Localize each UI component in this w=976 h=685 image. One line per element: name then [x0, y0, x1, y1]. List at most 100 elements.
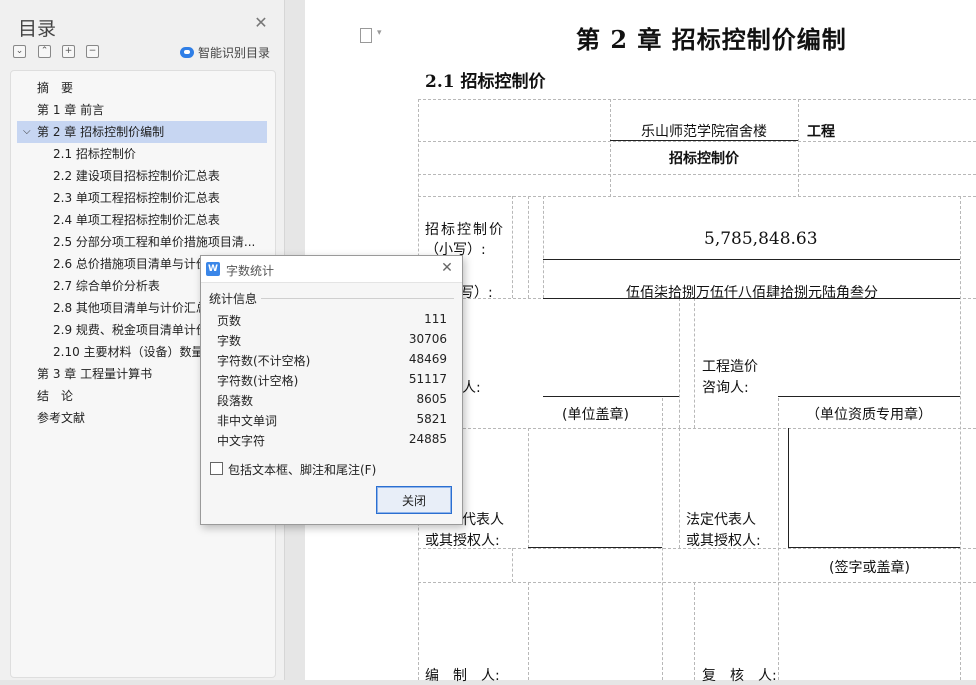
word-count-dialog: W 字数统计 ✕ 统计信息 页数 111 字数 30706 字符数(不计空格) 48469… — [200, 255, 463, 525]
toc-item[interactable]: 2.5 分部分项工程和单价措施项目清... — [53, 231, 255, 253]
grid-line — [543, 196, 544, 298]
toc-item-label: 2.8 其他项目清单与计价汇总 — [53, 301, 208, 315]
toc-item[interactable]: 2.1 招标控制价 — [53, 143, 136, 165]
grid-line — [512, 548, 513, 582]
toc-item-label: 2.9 规费、税金项目清单计价 — [53, 323, 208, 337]
grid-line — [512, 196, 513, 298]
grid-line — [778, 398, 779, 680]
grid-line — [610, 99, 611, 197]
toc-item[interactable]: 2.9 规费、税金项目清单计价 — [53, 319, 208, 341]
wps-logo-icon: W — [206, 262, 220, 276]
toc-item-label: 摘 要 — [37, 81, 74, 95]
price-upper-value: 伍佰柒拾捌万伍仟八佰肆拾捌元陆角叁分 — [626, 285, 878, 301]
underline — [778, 396, 960, 397]
stat-row: 字符数(计空格) 51117 — [217, 372, 447, 392]
stat-value: 30706 — [408, 332, 447, 346]
chevron-down-icon[interactable]: ▾ — [377, 28, 382, 38]
dialog-title: 字数统计 — [226, 264, 275, 278]
include-textbox-label[interactable]: 包括文本框、脚注和尾注(F) — [228, 461, 376, 478]
toc-title: 目录 — [18, 18, 57, 40]
stats-section-label: 统计信息 — [209, 290, 262, 307]
section-title: 2.1 招标控制价 — [425, 72, 546, 92]
qualification-seal: （单位资质专用章） — [806, 407, 932, 423]
toc-item[interactable]: 第 1 章 前言 — [37, 99, 104, 121]
underline — [788, 547, 960, 548]
grid-line — [528, 582, 529, 680]
grid-line — [679, 298, 680, 428]
consultant-label-line1: 工程造价 — [702, 359, 758, 375]
stat-value: 5821 — [416, 412, 447, 426]
toc-item-label: 参考文献 — [37, 411, 86, 425]
chevron-down-icon[interactable]: ⌵ — [23, 121, 31, 143]
toc-item-label: 2.1 招标控制价 — [53, 147, 136, 161]
unit-seal: (单位盖章) — [562, 407, 629, 423]
divider — [261, 298, 454, 299]
toc-item-label: 第 1 章 前言 — [37, 103, 105, 117]
collapse-all-icon[interactable]: ⌄ — [13, 45, 26, 58]
stat-value: 24885 — [408, 432, 447, 446]
stat-label: 页数 — [217, 314, 242, 328]
toc-item-label: 2.7 综合单价分析表 — [53, 279, 160, 293]
preparer-label: 编 制 人: — [425, 668, 500, 684]
page-icon[interactable] — [360, 28, 372, 43]
dialog-titlebar[interactable]: W 字数统计 ✕ — [201, 256, 462, 283]
stat-row: 页数 111 — [217, 312, 447, 332]
toc-item[interactable]: 2.4 单项工程招标控制价汇总表 — [53, 209, 220, 231]
project-name: 乐山师范学院宿舍楼 — [641, 124, 767, 140]
ai-toc-button[interactable]: 智能识别目录 — [180, 44, 270, 61]
toc-item[interactable]: 结 论 — [37, 385, 73, 407]
underline — [543, 396, 679, 397]
toc-item-label: 2.6 总价措施项目清单与计价 — [53, 257, 208, 271]
toc-item-label: 结 论 — [37, 389, 74, 403]
grid-line — [694, 582, 695, 680]
add-heading-icon[interactable]: + — [62, 45, 75, 58]
include-textbox-checkbox[interactable] — [210, 462, 223, 475]
grid-line — [694, 298, 695, 428]
toc-item[interactable]: 摘 要 — [37, 77, 73, 99]
toc-item[interactable]: 第 3 章 工程量计算书 — [37, 363, 152, 385]
legal-rep-left-line1: 代表人 — [462, 512, 504, 528]
legal-rep-left-line2: 或其授权人: — [425, 533, 500, 549]
toc-item-label: 2.5 分部分项工程和单价措施项目清... — [53, 235, 256, 249]
underline — [543, 259, 960, 260]
stat-label: 中文字符 — [217, 434, 266, 448]
toc-item[interactable]: ⌵ 第 2 章 招标控制价编制 — [17, 121, 267, 143]
stat-row: 字符数(不计空格) 48469 — [217, 352, 447, 372]
price-number: 5,785,848.63 — [704, 229, 818, 249]
toc-item[interactable]: 2.6 总价措施项目清单与计价 — [53, 253, 208, 275]
close-icon[interactable]: ✕ — [252, 14, 270, 32]
sign-seal: (签字或盖章) — [829, 560, 910, 576]
ai-toc-label: 智能识别目录 — [198, 46, 271, 60]
grid-line — [418, 99, 976, 100]
grid-line — [798, 99, 799, 197]
grid-line — [679, 428, 680, 548]
toc-item[interactable]: 2.3 单项工程招标控制价汇总表 — [53, 187, 220, 209]
toc-item[interactable]: 参考文献 — [37, 407, 85, 429]
underline — [528, 547, 662, 548]
grid-line — [418, 582, 976, 583]
toc-item[interactable]: 2.7 综合单价分析表 — [53, 275, 160, 297]
underline — [788, 428, 789, 548]
grid-line — [418, 196, 976, 197]
stat-value: 48469 — [408, 352, 447, 366]
grid-line — [528, 196, 529, 298]
stat-value: 8605 — [416, 392, 447, 406]
grid-line — [662, 398, 663, 680]
close-button[interactable]: 关闭 — [376, 486, 452, 514]
chapter-title: 第 2 章 招标控制价编制 — [576, 25, 847, 54]
grid-line — [418, 141, 976, 142]
toc-item-label: 2.2 建设项目招标控制价汇总表 — [53, 169, 220, 183]
toc-item[interactable]: 2.10 主要材料（设备）数量 — [53, 341, 204, 363]
stat-row: 非中文单词 5821 — [217, 412, 447, 432]
stat-label: 段落数 — [217, 394, 254, 408]
reviewer-label: 复 核 人: — [702, 668, 777, 684]
remove-heading-icon[interactable]: − — [86, 45, 99, 58]
legal-rep-right-line1: 法定代表人 — [686, 512, 756, 528]
toc-item[interactable]: 2.2 建设项目招标控制价汇总表 — [53, 165, 220, 187]
price-upper-label: 写）: — [460, 285, 493, 301]
cloud-ai-icon — [180, 47, 194, 58]
expand-all-icon[interactable]: ⌃ — [38, 45, 51, 58]
toc-item[interactable]: 2.8 其他项目清单与计价汇总 — [53, 297, 208, 319]
stat-label: 非中文单词 — [217, 414, 278, 428]
close-icon[interactable]: ✕ — [439, 260, 455, 276]
